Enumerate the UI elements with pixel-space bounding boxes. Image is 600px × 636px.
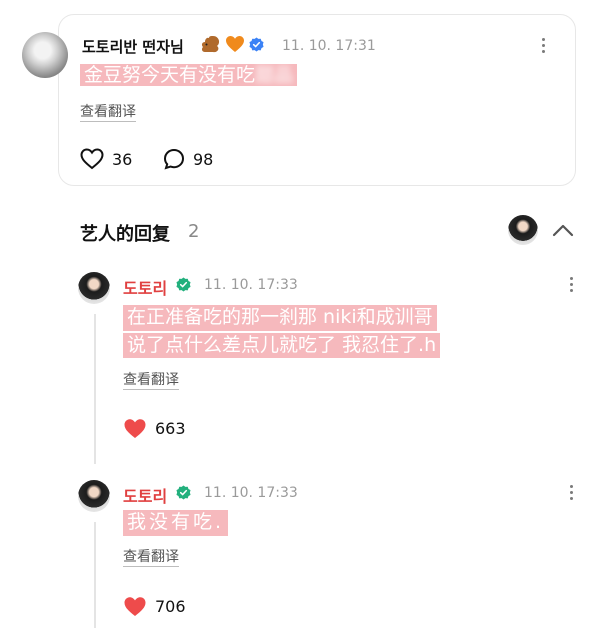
post-text-visible: 金豆努今天有没有吃 — [84, 64, 256, 86]
reply-username[interactable]: 도토리 — [123, 483, 167, 507]
post-badges — [199, 34, 264, 54]
comment-icon — [163, 148, 185, 170]
reply-more-icon[interactable] — [570, 485, 574, 500]
heart-filled-icon — [124, 597, 146, 616]
reply-username[interactable]: 도토리 — [123, 275, 167, 299]
post-translate-link[interactable]: 查看翻译 — [80, 104, 136, 122]
section-title: 艺人的回复 — [80, 224, 170, 245]
reply-like-button[interactable]: 663 — [123, 418, 186, 439]
reply-timestamp: 11. 10. 17:33 — [204, 485, 298, 501]
post-like-count: 36 — [112, 149, 133, 169]
post-comment-button[interactable]: 98 — [163, 148, 213, 170]
post-more-icon[interactable] — [542, 38, 546, 53]
post-text-blurred: 甜品 — [255, 64, 294, 86]
reply-avatar[interactable] — [78, 480, 110, 512]
chevron-up-icon[interactable] — [551, 222, 575, 238]
thread-line — [94, 314, 96, 464]
orange-heart-icon — [226, 36, 244, 52]
reply-text-line: 我没有吃. — [123, 510, 229, 536]
reply-translate-link[interactable]: 查看翻译 — [123, 549, 179, 567]
squirrel-emoji-icon — [201, 36, 220, 53]
post-text-highlight: 金豆努今天有没有吃甜品 — [80, 64, 298, 86]
thread-line — [94, 522, 96, 628]
reply-translate-link[interactable]: 查看翻译 — [123, 372, 179, 390]
verified-icon — [176, 485, 191, 500]
heart-outline-icon — [80, 148, 104, 170]
reply-avatar[interactable] — [78, 272, 110, 304]
reply-like-count: 663 — [155, 419, 186, 438]
post-timestamp: 11. 10. 17:31 — [282, 38, 376, 54]
reply-text: 在正准备吃的那一刹那 niki和成训哥 说了点什么差点儿就吃了 我忍住了.h — [123, 305, 441, 360]
verified-icon — [176, 277, 191, 292]
reply-text-line: 在正准备吃的那一刹那 niki和成训哥 — [123, 305, 437, 331]
heart-filled-icon — [124, 419, 146, 438]
post-author-avatar[interactable] — [22, 32, 68, 78]
post-like-button[interactable]: 36 — [80, 148, 132, 170]
reply-more-icon[interactable] — [570, 277, 574, 292]
verified-icon — [249, 36, 264, 52]
post-username[interactable]: 도토리반 떤자님 — [82, 36, 184, 57]
reply-text-line: 说了点什么差点儿就吃了 我忍住了.h — [123, 332, 441, 359]
post-comment-count: 98 — [193, 149, 214, 169]
reply-like-button[interactable]: 706 — [123, 596, 186, 617]
artist-avatar[interactable] — [508, 215, 538, 245]
section-count: 2 — [188, 221, 200, 242]
reply-text: 我没有吃. — [123, 510, 229, 538]
post-text: 金豆努今天有没有吃甜品 — [80, 63, 298, 89]
reply-timestamp: 11. 10. 17:33 — [204, 277, 298, 293]
reply-like-count: 706 — [155, 597, 186, 616]
